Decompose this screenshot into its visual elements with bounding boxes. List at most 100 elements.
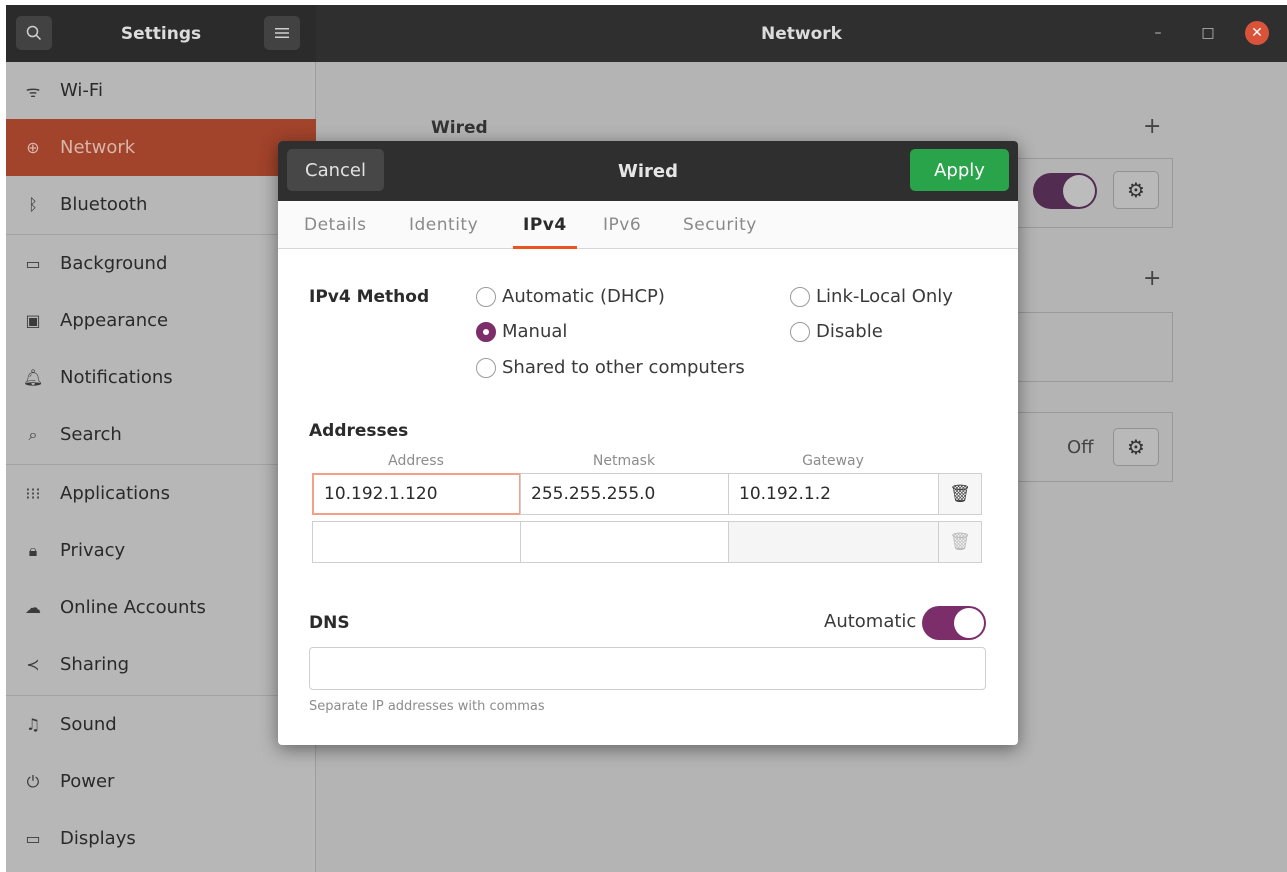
sidebar-item-wifi[interactable]: ᯤ Wi-Fi bbox=[6, 62, 316, 119]
dns-automatic-toggle[interactable] bbox=[922, 606, 986, 640]
cloud-icon: ☁︎ bbox=[25, 598, 41, 617]
plus-icon: + bbox=[1143, 114, 1162, 139]
radio-indicator bbox=[790, 286, 810, 307]
sidebar-item-label: Applications bbox=[60, 483, 170, 504]
sidebar-item-label: Sharing bbox=[60, 654, 130, 675]
dns-hint: Separate IP addresses with commas bbox=[309, 699, 545, 714]
page-title: Network bbox=[761, 23, 842, 44]
network-icon: ⊕ bbox=[26, 138, 40, 157]
background-icon: ▭ bbox=[25, 254, 41, 273]
sidebar-item-online-accounts[interactable]: ☁︎ Online Accounts bbox=[6, 579, 316, 636]
maximize-button[interactable]: □ bbox=[1196, 21, 1220, 45]
sidebar-item-power[interactable]: ⏻ Power bbox=[6, 753, 316, 810]
sidebar-item-label: Network bbox=[60, 137, 136, 158]
delete-address-button[interactable]: 🗑︎ bbox=[938, 473, 982, 515]
dns-automatic-label: Automatic bbox=[824, 611, 917, 632]
dns-input[interactable] bbox=[309, 647, 986, 690]
vpn-row bbox=[1017, 312, 1173, 382]
add-vpn-button[interactable]: + bbox=[1143, 266, 1161, 291]
sidebar-item-label: Online Accounts bbox=[60, 597, 206, 618]
settings-window: Settings Network – □ ✕ ᯤ Wi-Fi ⊕ Network… bbox=[6, 5, 1287, 872]
grid-icon: ⁝⁝⁝ bbox=[25, 484, 41, 503]
close-icon: ✕ bbox=[1251, 25, 1263, 41]
sidebar-item-network[interactable]: ⊕ Network bbox=[6, 119, 316, 176]
sidebar-item-displays[interactable]: ▭ Displays bbox=[6, 810, 316, 867]
plus-icon: + bbox=[1143, 266, 1162, 291]
add-wired-button[interactable]: + bbox=[1143, 114, 1161, 139]
header-bar: Settings Network – □ ✕ bbox=[6, 5, 1287, 62]
radio-label: Link-Local Only bbox=[816, 286, 953, 307]
menu-button[interactable] bbox=[264, 16, 300, 50]
proxy-status: Off bbox=[1067, 437, 1094, 458]
radio-indicator bbox=[790, 321, 810, 342]
dns-label: DNS bbox=[309, 613, 350, 633]
maximize-icon: □ bbox=[1201, 25, 1215, 41]
bluetooth-icon: ᛒ bbox=[28, 195, 38, 214]
radio-label: Disable bbox=[816, 321, 883, 342]
lock-icon: 🔒︎ bbox=[28, 540, 38, 560]
column-header-netmask: Netmask bbox=[592, 453, 656, 469]
hamburger-menu-icon bbox=[275, 28, 289, 38]
sidebar-item-label: Bluetooth bbox=[60, 194, 148, 215]
gear-icon: ⚙ bbox=[1127, 178, 1145, 202]
gear-icon: ⚙ bbox=[1127, 435, 1145, 459]
gateway-field[interactable]: 10.192.1.2 bbox=[728, 473, 939, 515]
wifi-icon: ᯤ bbox=[25, 81, 41, 101]
search-icon: ⌕ bbox=[28, 424, 38, 444]
trash-icon: 🗑︎ bbox=[949, 532, 971, 552]
sidebar-item-sound[interactable]: ♫ Sound bbox=[6, 696, 316, 753]
sidebar-item-sharing[interactable]: ≺ Sharing bbox=[6, 636, 316, 693]
address-field[interactable]: 10.192.1.120 bbox=[312, 473, 521, 515]
sidebar-item-notifications[interactable]: 🔔︎ Notifications bbox=[6, 349, 316, 406]
apply-button[interactable]: Apply bbox=[910, 149, 1009, 191]
sidebar-item-privacy[interactable]: 🔒︎ Privacy bbox=[6, 522, 316, 579]
address-field[interactable] bbox=[312, 521, 521, 563]
wired-dialog: Cancel Wired Apply Details Identity IPv4… bbox=[278, 141, 1018, 745]
radio-label: Automatic (DHCP) bbox=[502, 286, 665, 307]
tab-details[interactable]: Details bbox=[304, 201, 366, 249]
sidebar-item-search[interactable]: ⌕ Search bbox=[6, 406, 316, 463]
close-button[interactable]: ✕ bbox=[1245, 21, 1269, 45]
wired-settings-button[interactable]: ⚙ bbox=[1113, 171, 1159, 209]
tab-identity[interactable]: Identity bbox=[409, 201, 478, 249]
netmask-field[interactable]: 255.255.255.0 bbox=[520, 473, 729, 515]
tab-security[interactable]: Security bbox=[683, 201, 757, 249]
sidebar-item-background[interactable]: ▭ Background bbox=[6, 235, 316, 292]
tab-ipv4[interactable]: IPv4 bbox=[513, 201, 577, 249]
sidebar-item-label: Power bbox=[60, 771, 115, 792]
sidebar-item-label: Displays bbox=[60, 828, 136, 849]
tab-ipv6[interactable]: IPv6 bbox=[603, 201, 641, 249]
minimize-icon: – bbox=[1154, 25, 1162, 41]
dialog-header: Cancel Wired Apply bbox=[278, 141, 1018, 201]
share-icon: ≺ bbox=[26, 655, 40, 674]
gateway-field[interactable] bbox=[728, 521, 939, 563]
display-icon: ▭ bbox=[25, 829, 41, 848]
sidebar-item-appearance[interactable]: ▣ Appearance bbox=[6, 292, 316, 349]
radio-indicator bbox=[476, 286, 496, 307]
sidebar-item-label: Notifications bbox=[60, 367, 173, 388]
appearance-icon: ▣ bbox=[25, 311, 41, 330]
dialog-title: Wired bbox=[618, 160, 678, 182]
proxy-settings-button[interactable]: ⚙ bbox=[1113, 428, 1159, 466]
dialog-tabs: Details Identity IPv4 IPv6 Security bbox=[278, 201, 1018, 249]
sidebar-item-label: Privacy bbox=[60, 540, 126, 561]
sidebar-item-label: Appearance bbox=[60, 310, 169, 331]
sidebar-item-bluetooth[interactable]: ᛒ Bluetooth bbox=[6, 176, 316, 233]
sidebar-item-applications[interactable]: ⁝⁝⁝ Applications bbox=[6, 465, 316, 522]
addresses-label: Addresses bbox=[309, 421, 409, 441]
radio-shared[interactable]: Shared to other computers bbox=[476, 357, 745, 378]
radio-automatic-dhcp[interactable]: Automatic (DHCP) bbox=[476, 286, 665, 307]
netmask-field[interactable] bbox=[520, 521, 729, 563]
cancel-button[interactable]: Cancel bbox=[287, 149, 384, 191]
delete-address-button[interactable]: 🗑︎ bbox=[938, 521, 982, 563]
radio-link-local-only[interactable]: Link-Local Only bbox=[790, 286, 953, 307]
search-button[interactable] bbox=[16, 16, 52, 50]
radio-disable[interactable]: Disable bbox=[790, 321, 883, 342]
radio-manual[interactable]: Manual bbox=[476, 321, 567, 342]
minimize-button[interactable]: – bbox=[1146, 21, 1170, 45]
power-icon: ⏻ bbox=[26, 771, 40, 791]
wired-toggle[interactable] bbox=[1033, 173, 1097, 209]
search-icon bbox=[26, 25, 42, 41]
radio-indicator bbox=[476, 357, 496, 378]
sidebar-item-label: Background bbox=[60, 253, 168, 274]
